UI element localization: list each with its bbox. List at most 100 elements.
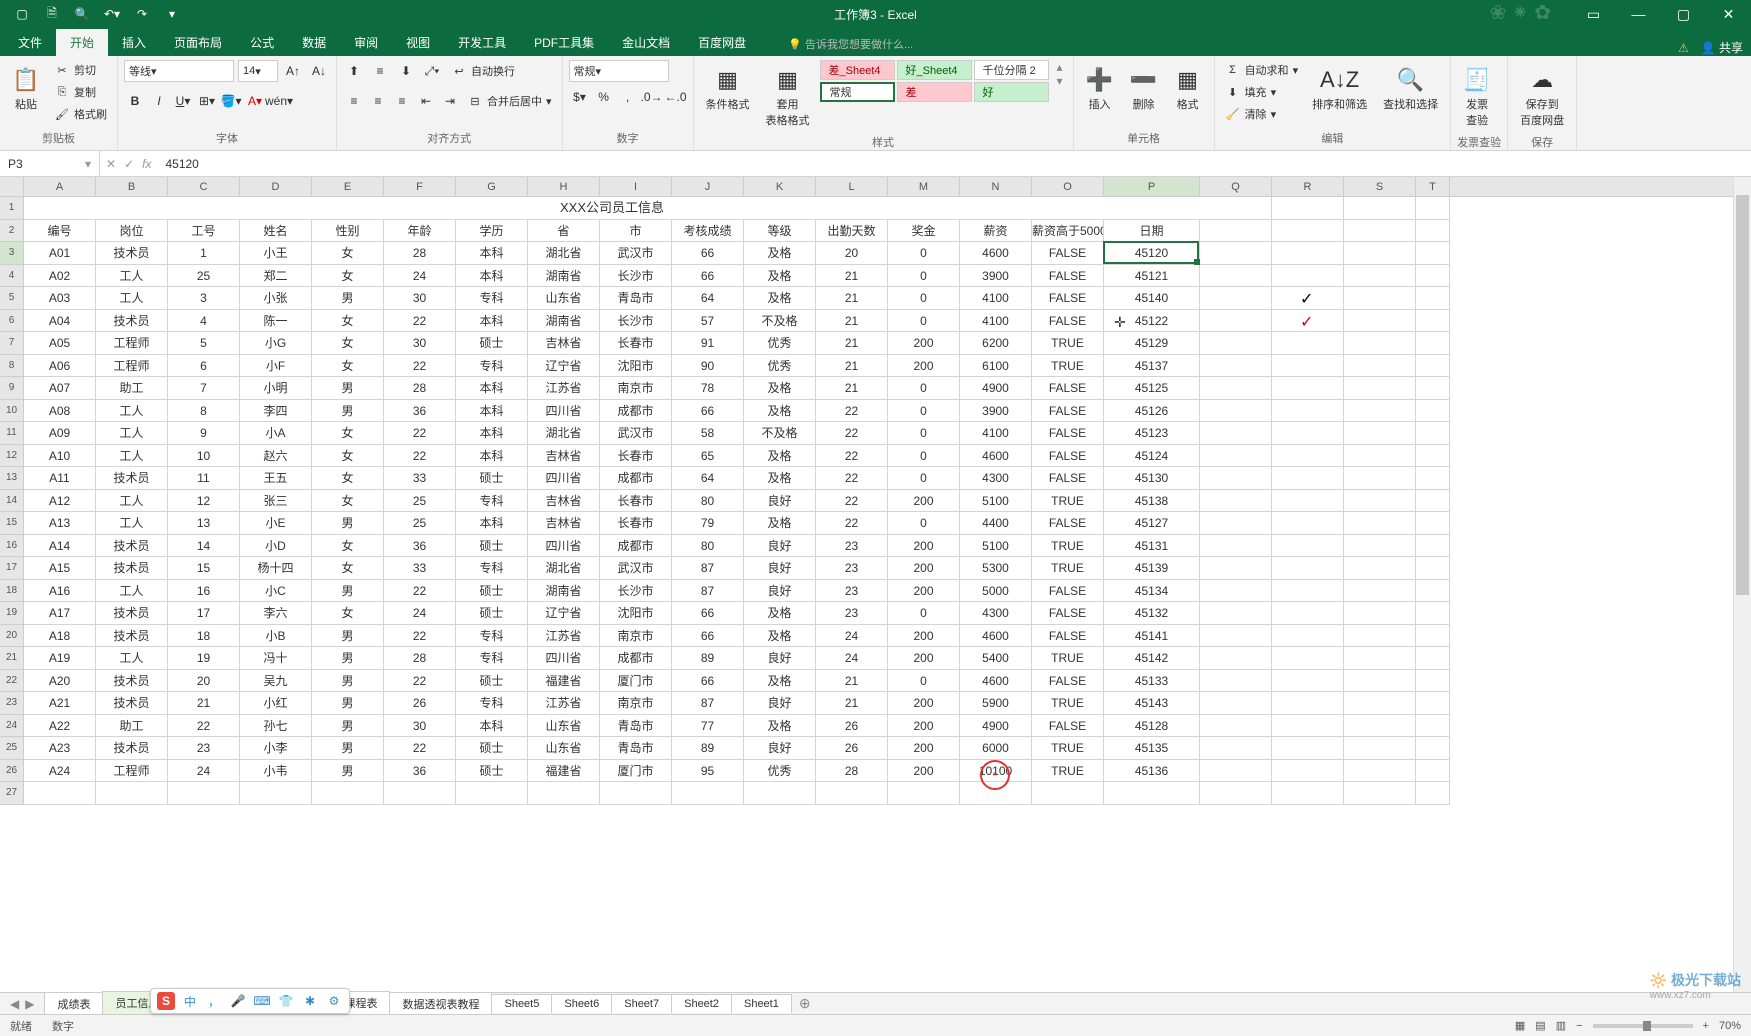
style-good-sheet[interactable]: 好_Sheet4 [897,60,972,80]
data-cell[interactable] [1272,625,1344,648]
data-cell[interactable]: 青岛市 [600,715,672,738]
data-cell[interactable]: 江苏省 [528,625,600,648]
data-cell[interactable]: 6000 [960,737,1032,760]
data-cell[interactable]: 78 [672,377,744,400]
data-cell[interactable]: 女 [312,445,384,468]
data-cell[interactable]: TRUE [1032,355,1104,378]
data-cell[interactable]: 1 [168,242,240,265]
data-cell[interactable] [1416,377,1450,400]
data-cell[interactable]: 小王 [240,242,312,265]
data-cell[interactable]: 本科 [456,715,528,738]
data-cell[interactable] [1416,332,1450,355]
data-cell[interactable] [1344,310,1416,333]
zoom-level[interactable]: 70% [1719,1020,1741,1032]
data-cell[interactable] [1344,715,1416,738]
data-cell[interactable]: 23 [168,737,240,760]
data-cell[interactable]: 45127 [1104,512,1200,535]
col-header-E[interactable]: E [312,177,384,196]
data-cell[interactable]: 女 [312,265,384,288]
italic-button[interactable]: I [148,90,170,112]
data-cell[interactable]: 45137 [1104,355,1200,378]
header-cell[interactable]: 省 [528,220,600,243]
col-header-H[interactable]: H [528,177,600,196]
data-cell[interactable]: 45120 [1104,242,1200,265]
data-cell[interactable]: 89 [672,647,744,670]
data-cell[interactable]: 不及格 [744,310,816,333]
ime-toolbar[interactable]: S 中 ， 🎤 ⌨ 👕 ✱ ⚙ [150,988,350,1014]
data-cell[interactable] [1344,332,1416,355]
find-select-button[interactable]: 🔍查找和选择 [1377,60,1444,116]
data-cell[interactable]: 45129 [1104,332,1200,355]
data-cell[interactable]: FALSE [1032,602,1104,625]
data-cell[interactable]: A18 [24,625,96,648]
data-cell[interactable]: 工人 [96,647,168,670]
data-cell[interactable]: FALSE [1032,310,1104,333]
enter-formula-icon[interactable]: ✓ [124,157,134,171]
orientation-icon[interactable]: ⤢▾ [421,60,443,82]
data-cell[interactable]: 21 [816,670,888,693]
cell[interactable] [1416,782,1450,805]
cell[interactable] [1200,197,1272,220]
data-cell[interactable] [1200,310,1272,333]
tab-view[interactable]: 视图 [392,29,444,56]
data-cell[interactable]: 36 [384,535,456,558]
formula-input[interactable]: 45120 [157,157,1751,171]
data-cell[interactable]: 66 [672,400,744,423]
data-cell[interactable] [1200,265,1272,288]
cell[interactable] [1416,197,1450,220]
data-cell[interactable] [1344,445,1416,468]
data-cell[interactable]: 及格 [744,445,816,468]
paste-button[interactable]: 📋 粘贴 [6,60,46,116]
data-cell[interactable] [1200,715,1272,738]
data-cell[interactable]: 吉林省 [528,512,600,535]
data-cell[interactable]: 小李 [240,737,312,760]
data-cell[interactable]: 男 [312,692,384,715]
select-all-triangle[interactable] [0,177,24,196]
phonetic-button[interactable]: wén▾ [268,90,290,112]
data-cell[interactable]: 200 [888,737,960,760]
zoom-slider[interactable] [1593,1024,1693,1028]
data-cell[interactable]: 长沙市 [600,310,672,333]
cell[interactable] [168,782,240,805]
data-cell[interactable]: 小G [240,332,312,355]
tab-insert[interactable]: 插入 [108,29,160,56]
data-cell[interactable]: 技术员 [96,737,168,760]
row-header-1[interactable]: 1 [0,197,24,220]
data-cell[interactable]: 87 [672,580,744,603]
ime-skin-icon[interactable]: 👕 [277,992,295,1010]
data-cell[interactable]: FALSE [1032,670,1104,693]
styles-up-icon[interactable]: ▴ [1057,60,1063,74]
data-cell[interactable]: 硕士 [456,737,528,760]
row-header-23[interactable]: 23 [0,692,24,715]
data-cell[interactable] [1272,580,1344,603]
data-cell[interactable]: 14 [168,535,240,558]
data-cell[interactable] [1200,355,1272,378]
data-cell[interactable]: 45143 [1104,692,1200,715]
data-cell[interactable]: 小F [240,355,312,378]
data-cell[interactable]: 成都市 [600,535,672,558]
data-cell[interactable] [1416,400,1450,423]
data-cell[interactable]: 及格 [744,625,816,648]
data-cell[interactable]: 本科 [456,242,528,265]
data-cell[interactable]: 45136 [1104,760,1200,783]
autosum-button[interactable]: Σ自动求和▾ [1221,60,1303,80]
data-cell[interactable]: 200 [888,332,960,355]
data-cell[interactable] [1200,242,1272,265]
data-cell[interactable] [1272,715,1344,738]
data-cell[interactable]: 湖北省 [528,242,600,265]
data-cell[interactable]: 青岛市 [600,737,672,760]
row-header-22[interactable]: 22 [0,670,24,693]
data-cell[interactable]: A01 [24,242,96,265]
data-cell[interactable]: 22 [384,422,456,445]
data-cell[interactable] [1416,602,1450,625]
col-header-P[interactable]: P [1104,177,1200,196]
header-cell[interactable] [1200,220,1272,243]
data-cell[interactable] [1344,557,1416,580]
data-cell[interactable]: 200 [888,580,960,603]
data-cell[interactable]: 技术员 [96,535,168,558]
data-cell[interactable] [1272,692,1344,715]
header-cell[interactable]: 姓名 [240,220,312,243]
data-cell[interactable]: FALSE [1032,580,1104,603]
data-cell[interactable]: 张三 [240,490,312,513]
data-cell[interactable]: 22 [816,467,888,490]
